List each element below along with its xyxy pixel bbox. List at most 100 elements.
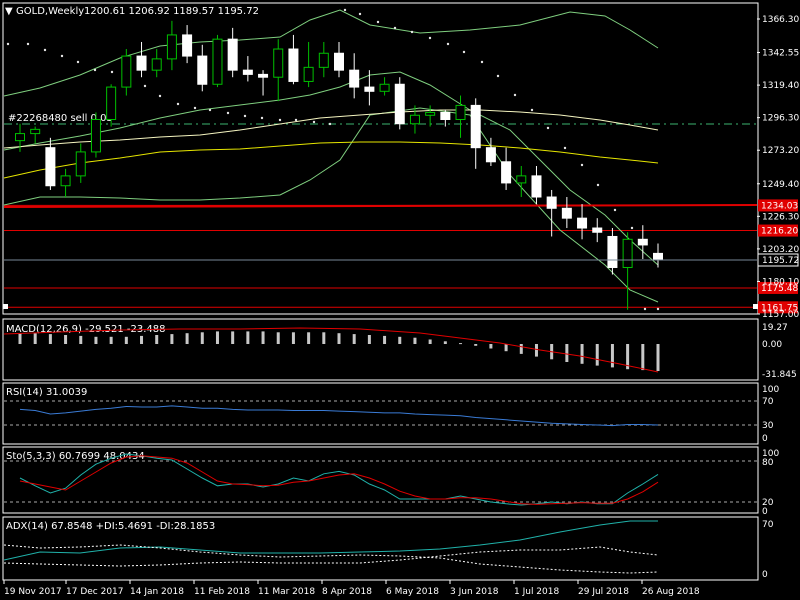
macd-bar (383, 335, 387, 344)
sar-dot (656, 307, 660, 311)
price-tick-label: 1226.30 (762, 212, 799, 222)
macd-bar (610, 344, 614, 368)
sar-dot (226, 111, 230, 115)
sar-dot (376, 20, 380, 24)
macd-tick-zero: 0.00 (762, 340, 782, 350)
macd-bar (64, 335, 68, 344)
sar-dot (563, 146, 567, 150)
candle-bear (136, 55, 147, 71)
macd-bar (109, 336, 113, 344)
candle-bull (212, 38, 223, 85)
candle-bull (30, 128, 41, 135)
macd-bar (413, 337, 417, 344)
macd-bar (367, 335, 371, 344)
candle-bear (653, 252, 663, 260)
date-tick-label: 11 Feb 2018 (194, 587, 250, 597)
candle-bear (394, 83, 405, 125)
sar-dot (613, 208, 617, 212)
sar-dot (76, 60, 80, 64)
date-axis: 19 Nov 2017 17 Dec 2017 14 Jan 2018 11 Feb … (3, 580, 700, 597)
price-tick-label: 1366.30 (762, 15, 799, 25)
sar-dot (530, 108, 534, 112)
sar-dot (6, 42, 10, 46)
rsi-tick-0: 0 (762, 434, 768, 444)
date-tick-label: 14 Jan 2018 (130, 587, 184, 597)
level-tag-label: 1234.03 (761, 201, 798, 211)
sar-dot (496, 74, 500, 78)
macd-bar (565, 344, 569, 362)
candle-bear (349, 69, 360, 88)
date-tick-label: 17 Dec 2017 (66, 587, 124, 597)
sar-dot (343, 8, 347, 12)
macd-bar (215, 331, 219, 344)
adx-label: ADX(14) 67.8548 +DI:5.4691 -DI:28.1853 (6, 521, 215, 532)
price-tick-label: 1296.30 (762, 114, 799, 124)
sar-dot (93, 68, 97, 72)
date-tick-label: 19 Nov 2017 (4, 587, 62, 597)
candle-bull (516, 175, 527, 184)
candle-bear (364, 86, 375, 92)
candle-bear (242, 69, 253, 75)
macd-bar (291, 332, 295, 344)
macd-bar (170, 334, 174, 344)
candle-bear (546, 196, 557, 209)
sto-tick-80: 80 (762, 458, 774, 468)
macd-bar (79, 335, 83, 344)
macd-bar (534, 344, 538, 357)
chart-window[interactable]: #22268480 sell 0.05 1234.031216.201175.4… (0, 0, 800, 600)
sar-dot (513, 93, 517, 97)
macd-bar (94, 336, 98, 344)
macd-bar (18, 333, 22, 344)
macd-bar (231, 331, 235, 344)
candle-bull (273, 48, 284, 78)
date-tick-label: 6 May 2018 (386, 587, 439, 597)
sar-dot (580, 163, 584, 167)
macd-bar (261, 331, 265, 344)
adx-tick-70: 70 (762, 520, 774, 530)
candle-bull (15, 133, 25, 142)
candle-bull (106, 86, 117, 120)
price-axis: 1366.30 1342.55 1319.40 1296.30 1273.20 1249.… (757, 15, 799, 320)
sar-dot (193, 106, 197, 110)
macd-bar (185, 333, 189, 344)
candle-bear (45, 147, 56, 187)
sto-label: Sto(5,3,3) 60.7699 48.0434 (6, 451, 145, 462)
dropdown-arrow-icon[interactable]: ▼ (5, 6, 13, 17)
sto-tick-0: 0 (762, 507, 768, 517)
sar-dot (446, 42, 450, 46)
rsi-line (19, 405, 659, 427)
rsi-tick-30: 30 (762, 421, 774, 431)
macd-tick-top: 19.27 (762, 323, 788, 333)
candle-bull (166, 34, 177, 60)
macd-bar (155, 335, 159, 344)
macd-bar (489, 344, 493, 349)
sar-dot (60, 54, 64, 58)
rsi-tick-70: 70 (762, 397, 774, 407)
date-tick-label: 8 Apr 2018 (322, 587, 372, 597)
candle-bear (637, 238, 648, 246)
date-tick-label: 1 Jul 2018 (514, 587, 559, 597)
sto-signal-line (19, 455, 659, 505)
candle-bear (440, 111, 451, 120)
candle-bull (409, 114, 420, 125)
candle-bear (501, 161, 512, 184)
sar-dot (630, 226, 634, 230)
macd-bar (459, 343, 463, 345)
current-price: 1195.72 (762, 256, 799, 266)
date-tick-label: 3 Jun 2018 (450, 587, 499, 597)
level-marker (3, 304, 8, 309)
price-tick-label: 1249.40 (762, 180, 799, 190)
macd-tick-bottom: -31.845 (762, 370, 797, 380)
ohlc-label: 1200.61 1206.92 1189.57 1195.72 (84, 6, 259, 17)
macd-bar (504, 344, 508, 352)
candle-bull (151, 58, 162, 71)
candle-bear (470, 104, 481, 149)
rsi-frame (2, 382, 759, 445)
sar-dot (176, 102, 180, 106)
ma-long (3, 141, 659, 179)
sar-dot (546, 126, 550, 130)
candle-bull (318, 52, 329, 68)
macd-bar (33, 333, 37, 344)
candle-bear (197, 55, 208, 85)
sar-dot (110, 70, 114, 74)
